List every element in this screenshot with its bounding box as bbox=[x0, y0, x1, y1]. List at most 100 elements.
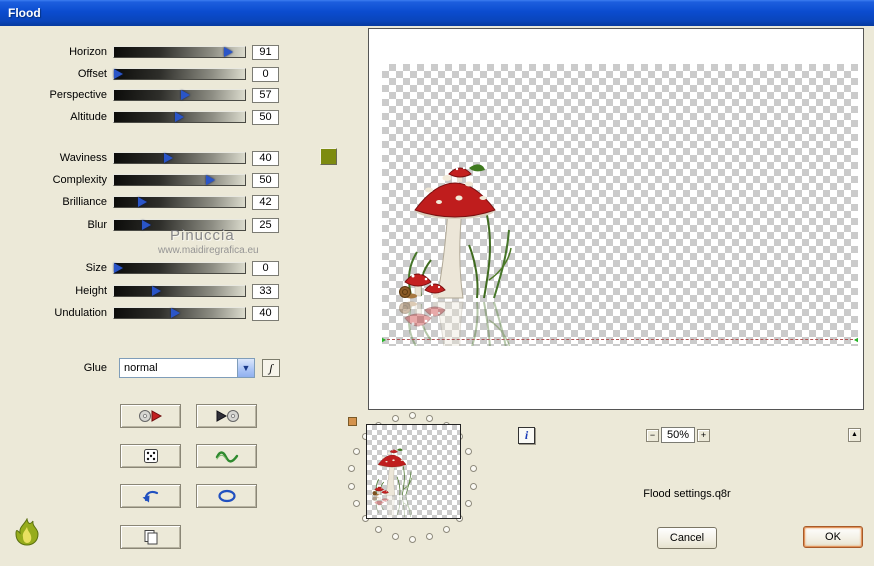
preview-panel bbox=[368, 28, 864, 410]
slider-thumb[interactable] bbox=[152, 286, 162, 296]
slider-row-offset: Offset bbox=[0, 66, 300, 82]
slider-label: Waviness bbox=[59, 152, 107, 164]
pages-icon bbox=[144, 530, 157, 545]
horizon-left-marker-icon bbox=[382, 336, 386, 344]
memory-dot[interactable] bbox=[470, 465, 478, 473]
zoom-in-button[interactable]: + bbox=[697, 429, 710, 442]
circle-button[interactable] bbox=[196, 484, 257, 508]
memory-dot[interactable] bbox=[409, 412, 416, 419]
perspective-slider[interactable] bbox=[113, 89, 246, 101]
slider-thumb[interactable] bbox=[174, 112, 184, 122]
memory-dot[interactable] bbox=[409, 536, 416, 543]
altitude-value-input[interactable] bbox=[252, 109, 279, 125]
size-value-input[interactable] bbox=[252, 260, 279, 276]
glue-selected-value: normal bbox=[124, 362, 158, 374]
slider-thumb[interactable] bbox=[114, 263, 124, 273]
preview-corner-button[interactable]: ▲ bbox=[848, 428, 861, 442]
undulation-value-input[interactable] bbox=[252, 305, 279, 321]
slider-label: Brilliance bbox=[62, 196, 107, 208]
slider-thumb[interactable] bbox=[224, 47, 234, 57]
ellipse-icon bbox=[217, 489, 236, 503]
slider-label: Size bbox=[85, 262, 107, 274]
size-slider[interactable] bbox=[113, 262, 246, 274]
memory-dot[interactable] bbox=[347, 465, 355, 473]
slider-label: Blur bbox=[87, 219, 107, 231]
height-value-input[interactable] bbox=[252, 283, 279, 299]
zoom-out-button[interactable]: − bbox=[646, 429, 659, 442]
offset-value-input[interactable] bbox=[252, 66, 279, 82]
altitude-slider[interactable] bbox=[113, 111, 246, 123]
horizon-line[interactable] bbox=[382, 336, 858, 344]
slider-label: Perspective bbox=[49, 89, 107, 101]
waviness-value-input[interactable] bbox=[252, 150, 279, 166]
height-slider[interactable] bbox=[113, 285, 246, 297]
slider-row-waviness: Waviness bbox=[0, 150, 300, 166]
complexity-value-input[interactable] bbox=[252, 172, 279, 188]
title-bar[interactable]: Flood bbox=[0, 0, 874, 26]
blur-slider[interactable] bbox=[113, 219, 246, 231]
slider-thumb[interactable] bbox=[205, 175, 215, 185]
glue-script-button[interactable]: ʃ bbox=[262, 359, 280, 377]
cancel-button[interactable]: Cancel bbox=[657, 527, 717, 549]
horizon-value-input[interactable] bbox=[252, 44, 279, 60]
slider-row-perspective: Perspective bbox=[0, 87, 300, 103]
slider-thumb[interactable] bbox=[181, 90, 191, 100]
offset-slider[interactable] bbox=[113, 68, 246, 80]
brilliance-value-input[interactable] bbox=[252, 194, 279, 210]
complexity-slider[interactable] bbox=[113, 174, 246, 186]
load-preset-button[interactable] bbox=[120, 404, 181, 428]
settings-filename: Flood settings.q8r bbox=[643, 488, 731, 500]
preview-thumbnail[interactable] bbox=[366, 424, 461, 519]
info-button[interactable]: i bbox=[518, 427, 535, 444]
memory-dot[interactable] bbox=[347, 482, 355, 490]
slider-row-undulation: Undulation bbox=[0, 305, 300, 321]
slider-thumb[interactable] bbox=[170, 308, 180, 318]
memory-dot[interactable] bbox=[375, 526, 383, 534]
glue-dropdown[interactable]: normal ▼ bbox=[119, 358, 255, 378]
copy-button[interactable] bbox=[120, 525, 181, 549]
slider-label: Height bbox=[75, 285, 107, 297]
random-dice-button[interactable] bbox=[120, 444, 181, 468]
memory-slot-handle[interactable] bbox=[348, 417, 357, 426]
memory-dot[interactable] bbox=[426, 414, 434, 422]
brilliance-slider[interactable] bbox=[113, 196, 246, 208]
flaming-pear-logo-icon bbox=[15, 518, 39, 546]
memory-dot[interactable] bbox=[470, 482, 478, 490]
waviness-slider[interactable] bbox=[113, 152, 246, 164]
undo-button[interactable] bbox=[120, 484, 181, 508]
perspective-value-input[interactable] bbox=[252, 87, 279, 103]
memory-dot[interactable] bbox=[465, 499, 473, 507]
memory-dot[interactable] bbox=[391, 533, 399, 541]
zoom-level-display[interactable]: 50% bbox=[661, 427, 695, 443]
slider-row-horizon: Horizon bbox=[0, 44, 300, 60]
blur-value-input[interactable] bbox=[252, 217, 279, 233]
water-color-swatch[interactable] bbox=[320, 148, 337, 165]
window-title: Flood bbox=[8, 6, 41, 20]
slider-row-altitude: Altitude bbox=[0, 109, 300, 125]
slider-label: Undulation bbox=[54, 307, 107, 319]
memory-dot[interactable] bbox=[391, 414, 399, 422]
save-preset-button[interactable] bbox=[196, 404, 257, 428]
slider-thumb[interactable] bbox=[137, 197, 147, 207]
undulation-slider[interactable] bbox=[113, 307, 246, 319]
memory-dot[interactable] bbox=[426, 533, 434, 541]
glue-label: Glue bbox=[83, 362, 107, 374]
wave-button[interactable] bbox=[196, 444, 257, 468]
slider-label: Altitude bbox=[70, 111, 107, 123]
ok-button[interactable]: OK bbox=[803, 526, 863, 548]
memory-dot[interactable] bbox=[352, 499, 360, 507]
slider-row-blur: Blur bbox=[0, 217, 300, 233]
slider-thumb[interactable] bbox=[114, 69, 124, 79]
slider-thumb[interactable] bbox=[141, 220, 151, 230]
chevron-down-icon[interactable]: ▼ bbox=[237, 359, 254, 377]
slider-label: Offset bbox=[77, 68, 107, 80]
memory-dot[interactable] bbox=[465, 448, 473, 456]
slider-thumb[interactable] bbox=[164, 153, 174, 163]
horizon-slider[interactable] bbox=[113, 46, 246, 58]
mushroom-preview-image bbox=[398, 164, 512, 346]
preview-image-area[interactable] bbox=[382, 64, 858, 346]
memory-dot[interactable] bbox=[442, 526, 450, 534]
wave-icon bbox=[215, 451, 238, 463]
slider-label: Complexity bbox=[52, 174, 107, 186]
memory-dot[interactable] bbox=[352, 448, 360, 456]
